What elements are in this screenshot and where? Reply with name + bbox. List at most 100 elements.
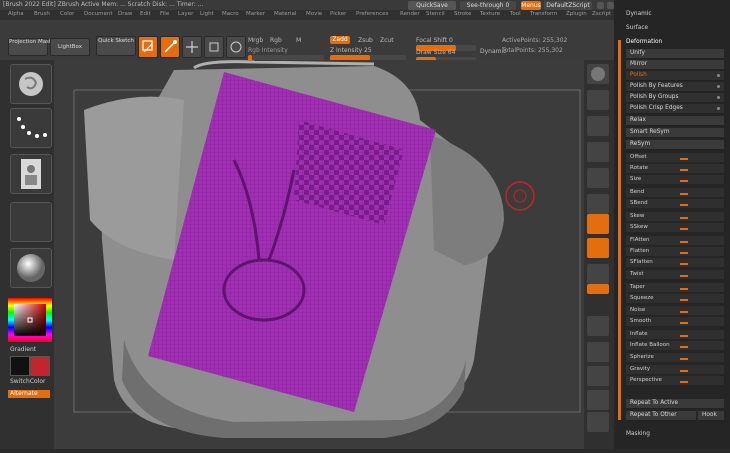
smooth-slider[interactable]: Smooth bbox=[626, 317, 724, 326]
sskew-slider[interactable]: SSkew bbox=[626, 223, 724, 232]
menu-brush[interactable]: Brush bbox=[34, 11, 50, 17]
sphere-material-thumbnail[interactable] bbox=[10, 248, 52, 288]
masking-header[interactable]: Masking bbox=[626, 430, 724, 439]
color-picker[interactable] bbox=[8, 298, 52, 342]
polish-crisp-edges-button[interactable]: Polish Crisp Edges bbox=[626, 104, 724, 114]
floor-button[interactable] bbox=[587, 238, 609, 258]
menu-movie[interactable]: Movie bbox=[306, 11, 322, 17]
menu-draw[interactable]: Draw bbox=[118, 11, 132, 17]
menu-texture[interactable]: Texture bbox=[480, 11, 500, 17]
twist-slider[interactable]: Twist bbox=[626, 270, 724, 279]
main-color-swatch[interactable] bbox=[10, 356, 30, 376]
rotate-view-button[interactable] bbox=[587, 390, 609, 410]
frame-button[interactable] bbox=[587, 316, 609, 336]
taper-slider[interactable]: Taper bbox=[626, 283, 724, 292]
projection-master-button[interactable]: Projection Master bbox=[8, 38, 57, 56]
polish-by-features-button[interactable]: Polish By Features bbox=[626, 82, 724, 92]
local-button[interactable] bbox=[587, 264, 609, 284]
noise-slider[interactable]: Noise bbox=[626, 306, 724, 315]
zcut-button[interactable]: Zcut bbox=[380, 37, 394, 45]
xyz-button[interactable] bbox=[587, 284, 609, 294]
spix-button[interactable] bbox=[587, 90, 609, 110]
switch-color-button[interactable]: SwitchColor bbox=[10, 378, 46, 386]
hook-button[interactable]: Hook bbox=[698, 411, 724, 421]
bpr-button[interactable] bbox=[587, 64, 609, 84]
resym-button[interactable]: ReSym bbox=[626, 140, 724, 150]
rgb-toggle[interactable]: Rgb bbox=[270, 37, 282, 45]
edit-button[interactable] bbox=[138, 36, 158, 58]
m-toggle[interactable]: M bbox=[296, 37, 301, 45]
spherize-slider[interactable]: Spherize bbox=[626, 353, 724, 362]
quicksave-button[interactable]: QuickSave bbox=[408, 1, 456, 10]
sflatten-slider[interactable]: SFlatten bbox=[626, 258, 724, 267]
sbend-slider[interactable]: SBend bbox=[626, 199, 724, 208]
menu-stencil[interactable]: Stencil bbox=[426, 11, 445, 17]
see-through-slider[interactable]: See-through 0 bbox=[460, 1, 516, 10]
menu-file[interactable]: File bbox=[160, 11, 169, 17]
secondary-color-swatch[interactable] bbox=[30, 356, 50, 376]
menu-stroke[interactable]: Stroke bbox=[454, 11, 472, 17]
menu-layer[interactable]: Layer bbox=[178, 11, 193, 17]
menu-marker[interactable]: Marker bbox=[246, 11, 265, 17]
aahalf-button[interactable] bbox=[587, 194, 609, 214]
menu-document[interactable]: Document bbox=[84, 11, 113, 17]
inflate-slider[interactable]: Inflate bbox=[626, 330, 724, 339]
default-zscript-button[interactable]: DefaultZScript bbox=[544, 1, 592, 10]
unify-button[interactable]: Unify bbox=[626, 49, 724, 59]
menu-macro[interactable]: Macro bbox=[222, 11, 239, 17]
material-thumbnail[interactable] bbox=[10, 64, 52, 104]
alpha-thumbnail[interactable] bbox=[10, 154, 52, 194]
gravity-slider[interactable]: Gravity bbox=[626, 365, 724, 374]
menu-light[interactable]: Light bbox=[200, 11, 214, 17]
surface-header[interactable]: Surface bbox=[626, 24, 724, 33]
maximize-icon[interactable] bbox=[607, 2, 614, 9]
scale-button[interactable] bbox=[204, 36, 224, 58]
smart-resym-button[interactable]: Smart ReSym bbox=[626, 128, 724, 138]
rotate-slider[interactable]: Rotate bbox=[626, 164, 724, 173]
repeat-to-active-button[interactable]: Repeat To Active bbox=[626, 399, 724, 409]
scroll-button[interactable] bbox=[587, 116, 609, 136]
menu-zscript[interactable]: Zscript bbox=[592, 11, 611, 17]
mrgb-toggle[interactable]: Mrgb bbox=[248, 37, 263, 45]
menu-tool[interactable]: Tool bbox=[510, 11, 521, 17]
zadd-button[interactable]: Zadd bbox=[330, 36, 350, 44]
menu-edit[interactable]: Edit bbox=[140, 11, 151, 17]
minimize-icon[interactable] bbox=[597, 2, 604, 9]
relax-button[interactable]: Relax bbox=[626, 116, 724, 126]
zoom-view-button[interactable] bbox=[587, 366, 609, 386]
menu-preferences[interactable]: Preferences bbox=[356, 11, 388, 17]
repeat-to-other-button[interactable]: Repeat To Other bbox=[626, 411, 696, 421]
size-slider[interactable]: Size bbox=[626, 175, 724, 184]
inflate-balloon-slider[interactable]: Inflate Balloon bbox=[626, 341, 724, 350]
mirror-button[interactable]: Mirror bbox=[626, 60, 724, 70]
squeeze-slider[interactable]: Squeeze bbox=[626, 294, 724, 303]
menu-alpha[interactable]: Alpha bbox=[8, 11, 24, 17]
stroke-thumbnail[interactable] bbox=[10, 108, 52, 148]
draw-button[interactable] bbox=[160, 36, 180, 58]
palette-scrollbar[interactable] bbox=[618, 40, 621, 420]
move-button[interactable] bbox=[182, 36, 202, 58]
menu-picker[interactable]: Picker bbox=[330, 11, 346, 17]
lightbox-button[interactable]: LightBox bbox=[50, 38, 90, 56]
flatten-a-slider[interactable]: FlAtten bbox=[626, 236, 724, 245]
persp-button[interactable] bbox=[587, 214, 609, 234]
zsub-button[interactable]: Zsub bbox=[358, 37, 373, 45]
perspective-slider[interactable]: Perspective bbox=[626, 376, 724, 385]
skew-slider[interactable]: Skew bbox=[626, 212, 724, 221]
actual-button[interactable] bbox=[587, 168, 609, 188]
move-view-button[interactable] bbox=[587, 342, 609, 362]
zoom-button[interactable] bbox=[587, 142, 609, 162]
quick-sketch-button[interactable]: Quick Sketch bbox=[96, 36, 136, 56]
polish-by-groups-button[interactable]: Polish By Groups bbox=[626, 93, 724, 103]
menu-color[interactable]: Color bbox=[60, 11, 74, 17]
polyf-button[interactable] bbox=[587, 412, 609, 432]
canvas[interactable] bbox=[54, 60, 584, 449]
menus-button[interactable]: Menus bbox=[521, 1, 541, 10]
menu-material[interactable]: Material bbox=[274, 11, 296, 17]
dynamic-header[interactable]: Dynamic bbox=[626, 10, 724, 19]
rotate-button[interactable] bbox=[226, 36, 246, 58]
alternate-button[interactable]: Alternate bbox=[8, 390, 50, 398]
offset-slider[interactable]: Offset bbox=[626, 153, 724, 162]
texture-thumbnail[interactable] bbox=[10, 202, 52, 242]
menu-render[interactable]: Render bbox=[400, 11, 420, 17]
